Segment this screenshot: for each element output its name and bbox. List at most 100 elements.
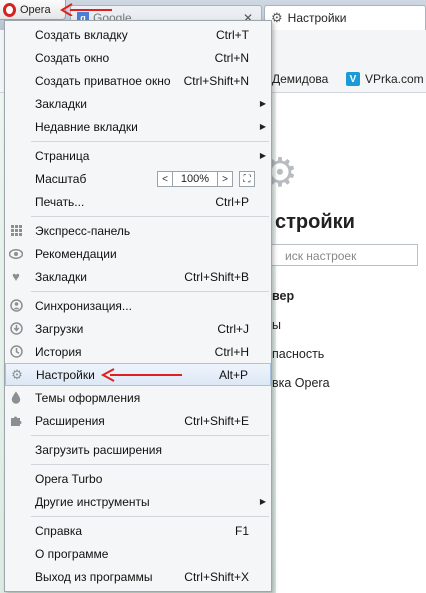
sync-icon (9, 299, 23, 313)
menu-item-opera-turbo[interactable]: Opera Turbo (5, 467, 271, 490)
grid-icon (9, 224, 23, 238)
menu-separator (31, 435, 269, 436)
menu-item-label: История (35, 344, 82, 359)
annotation-arrow-icon (60, 3, 112, 16)
menu-item-shortcut: F1 (234, 523, 249, 538)
opera-main-menu: Создать вкладку Ctrl+T Создать окно Ctrl… (4, 20, 272, 592)
menu-item-bookmarks-submenu[interactable]: Закладки ▶ (5, 92, 271, 115)
bookmark-label: Демидова (272, 72, 329, 86)
eye-icon (9, 247, 23, 261)
menu-item-shortcut: Ctrl+Shift+N (183, 73, 249, 88)
menu-item-new-window[interactable]: Создать окно Ctrl+N (5, 46, 271, 69)
menu-item-label: Недавние вкладки (35, 119, 138, 134)
menu-item-label: Выход из программы (35, 569, 153, 584)
opera-logo-icon (3, 2, 16, 17)
submenu-arrow-icon: ▶ (259, 99, 266, 108)
submenu-arrow-icon: ▶ (259, 151, 266, 160)
gear-icon: ⚙ (11, 366, 23, 382)
menu-item-label: Темы оформления (35, 390, 141, 405)
menu-item-shortcut: Ctrl+Shift+X (184, 569, 249, 584)
menu-item-label: Создать окно (35, 50, 110, 65)
menu-item-sync[interactable]: Синхронизация... (5, 294, 271, 317)
fullscreen-icon[interactable]: ⛶ (239, 171, 255, 187)
bookmark-item[interactable]: Демидова (272, 72, 328, 86)
bookmark-label: VPrka.com (365, 72, 424, 86)
download-icon (9, 322, 23, 336)
page-title: стройки (275, 211, 355, 233)
menu-item-history[interactable]: История Ctrl+H (5, 340, 271, 363)
menu-item-label: Экспресс-панель (35, 223, 131, 238)
menu-item-label: Расширения (35, 413, 105, 428)
menu-item-recommendations[interactable]: Рекомендации (5, 242, 271, 265)
bookmark-item[interactable]: V VPrka.com (346, 72, 424, 86)
menu-item-other-tools[interactable]: Другие инструменты ▶ (5, 490, 271, 513)
menu-item-label: Создать вкладку (35, 27, 128, 42)
menu-item-label: Настройки (36, 367, 95, 382)
menu-item-label: Другие инструменты (35, 494, 150, 509)
menu-separator (31, 291, 269, 292)
menu-item-label: Создать приватное окно (35, 73, 171, 88)
submenu-arrow-icon: ▶ (259, 122, 266, 131)
menu-item-shortcut: Ctrl+N (214, 50, 249, 65)
menu-separator (31, 141, 269, 142)
menu-item-shortcut: Ctrl+Shift+E (184, 413, 249, 428)
zoom-out-button[interactable]: < (157, 171, 173, 187)
vimeo-icon: V (346, 72, 360, 86)
puzzle-icon (9, 414, 23, 428)
clock-icon (9, 345, 23, 359)
menu-item-shortcut: Ctrl+J (217, 321, 249, 336)
settings-nav-item[interactable]: вер (272, 289, 294, 303)
settings-nav-item[interactable]: пасность (272, 347, 324, 361)
opera-menu-label: Opera (20, 3, 51, 16)
submenu-arrow-icon: ▶ (259, 497, 266, 506)
menu-item-label: Рекомендации (35, 246, 117, 261)
menu-item-label: Печать... (35, 194, 85, 209)
menu-item-label: Закладки (35, 269, 87, 284)
menu-separator (31, 464, 269, 465)
settings-nav-item[interactable]: ы (272, 318, 281, 332)
menu-item-print[interactable]: Печать... Ctrl+P (5, 190, 271, 213)
menu-item-about[interactable]: О программе (5, 542, 271, 565)
tab-settings[interactable]: ⚙ Настройки (264, 5, 426, 30)
menu-item-help[interactable]: Справка F1 (5, 519, 271, 542)
menu-item-speed-dial[interactable]: Экспресс-панель (5, 219, 271, 242)
menu-item-label: Страница (35, 148, 90, 163)
heart-icon: ♥ (12, 269, 20, 284)
tab-title: Настройки (287, 11, 347, 25)
menu-item-shortcut: Ctrl+P (215, 194, 249, 209)
gear-icon: ⚙ (271, 10, 283, 25)
menu-item-label: Масштаб (35, 171, 87, 186)
menu-item-recent-tabs[interactable]: Недавние вкладки ▶ (5, 115, 271, 138)
menu-item-label: Загрузить расширения (35, 442, 162, 457)
menu-item-downloads[interactable]: Загрузки Ctrl+J (5, 317, 271, 340)
menu-item-exit[interactable]: Выход из программы Ctrl+Shift+X (5, 565, 271, 588)
search-settings-input[interactable]: иск настроек (266, 244, 418, 266)
menu-item-label: Справка (35, 523, 83, 538)
menu-item-bookmarks[interactable]: ♥ Закладки Ctrl+Shift+B (5, 265, 271, 288)
zoom-in-button[interactable]: > (217, 171, 233, 187)
menu-item-zoom: Масштаб < 100% > ⛶ (5, 167, 271, 190)
settings-nav-item[interactable]: вка Opera (272, 376, 330, 390)
menu-item-get-extensions[interactable]: Загрузить расширения (5, 438, 271, 461)
drop-icon (9, 391, 23, 405)
menu-separator (31, 516, 269, 517)
menu-item-label: Opera Turbo (35, 471, 103, 486)
opera-menu-button[interactable]: Opera (0, 0, 66, 20)
zoom-control: < 100% > ⛶ (157, 171, 255, 187)
menu-separator (31, 216, 269, 217)
menu-item-label: Закладки (35, 96, 87, 111)
menu-item-shortcut: Ctrl+Shift+B (184, 269, 249, 284)
menu-item-new-tab[interactable]: Создать вкладку Ctrl+T (5, 23, 271, 46)
menu-item-label: Синхронизация... (35, 298, 132, 313)
menu-item-shortcut: Ctrl+T (216, 27, 249, 42)
zoom-value: 100% (173, 171, 217, 187)
menu-item-page[interactable]: Страница ▶ (5, 144, 271, 167)
annotation-arrow-icon (100, 368, 182, 382)
menu-item-label: Загрузки (35, 321, 84, 336)
menu-item-extensions[interactable]: Расширения Ctrl+Shift+E (5, 409, 271, 432)
menu-item-shortcut: Ctrl+H (214, 344, 249, 359)
menu-item-label: О программе (35, 546, 109, 561)
menu-item-shortcut: Alt+P (218, 367, 248, 382)
menu-item-new-private-window[interactable]: Создать приватное окно Ctrl+Shift+N (5, 69, 271, 92)
menu-item-themes[interactable]: Темы оформления (5, 386, 271, 409)
